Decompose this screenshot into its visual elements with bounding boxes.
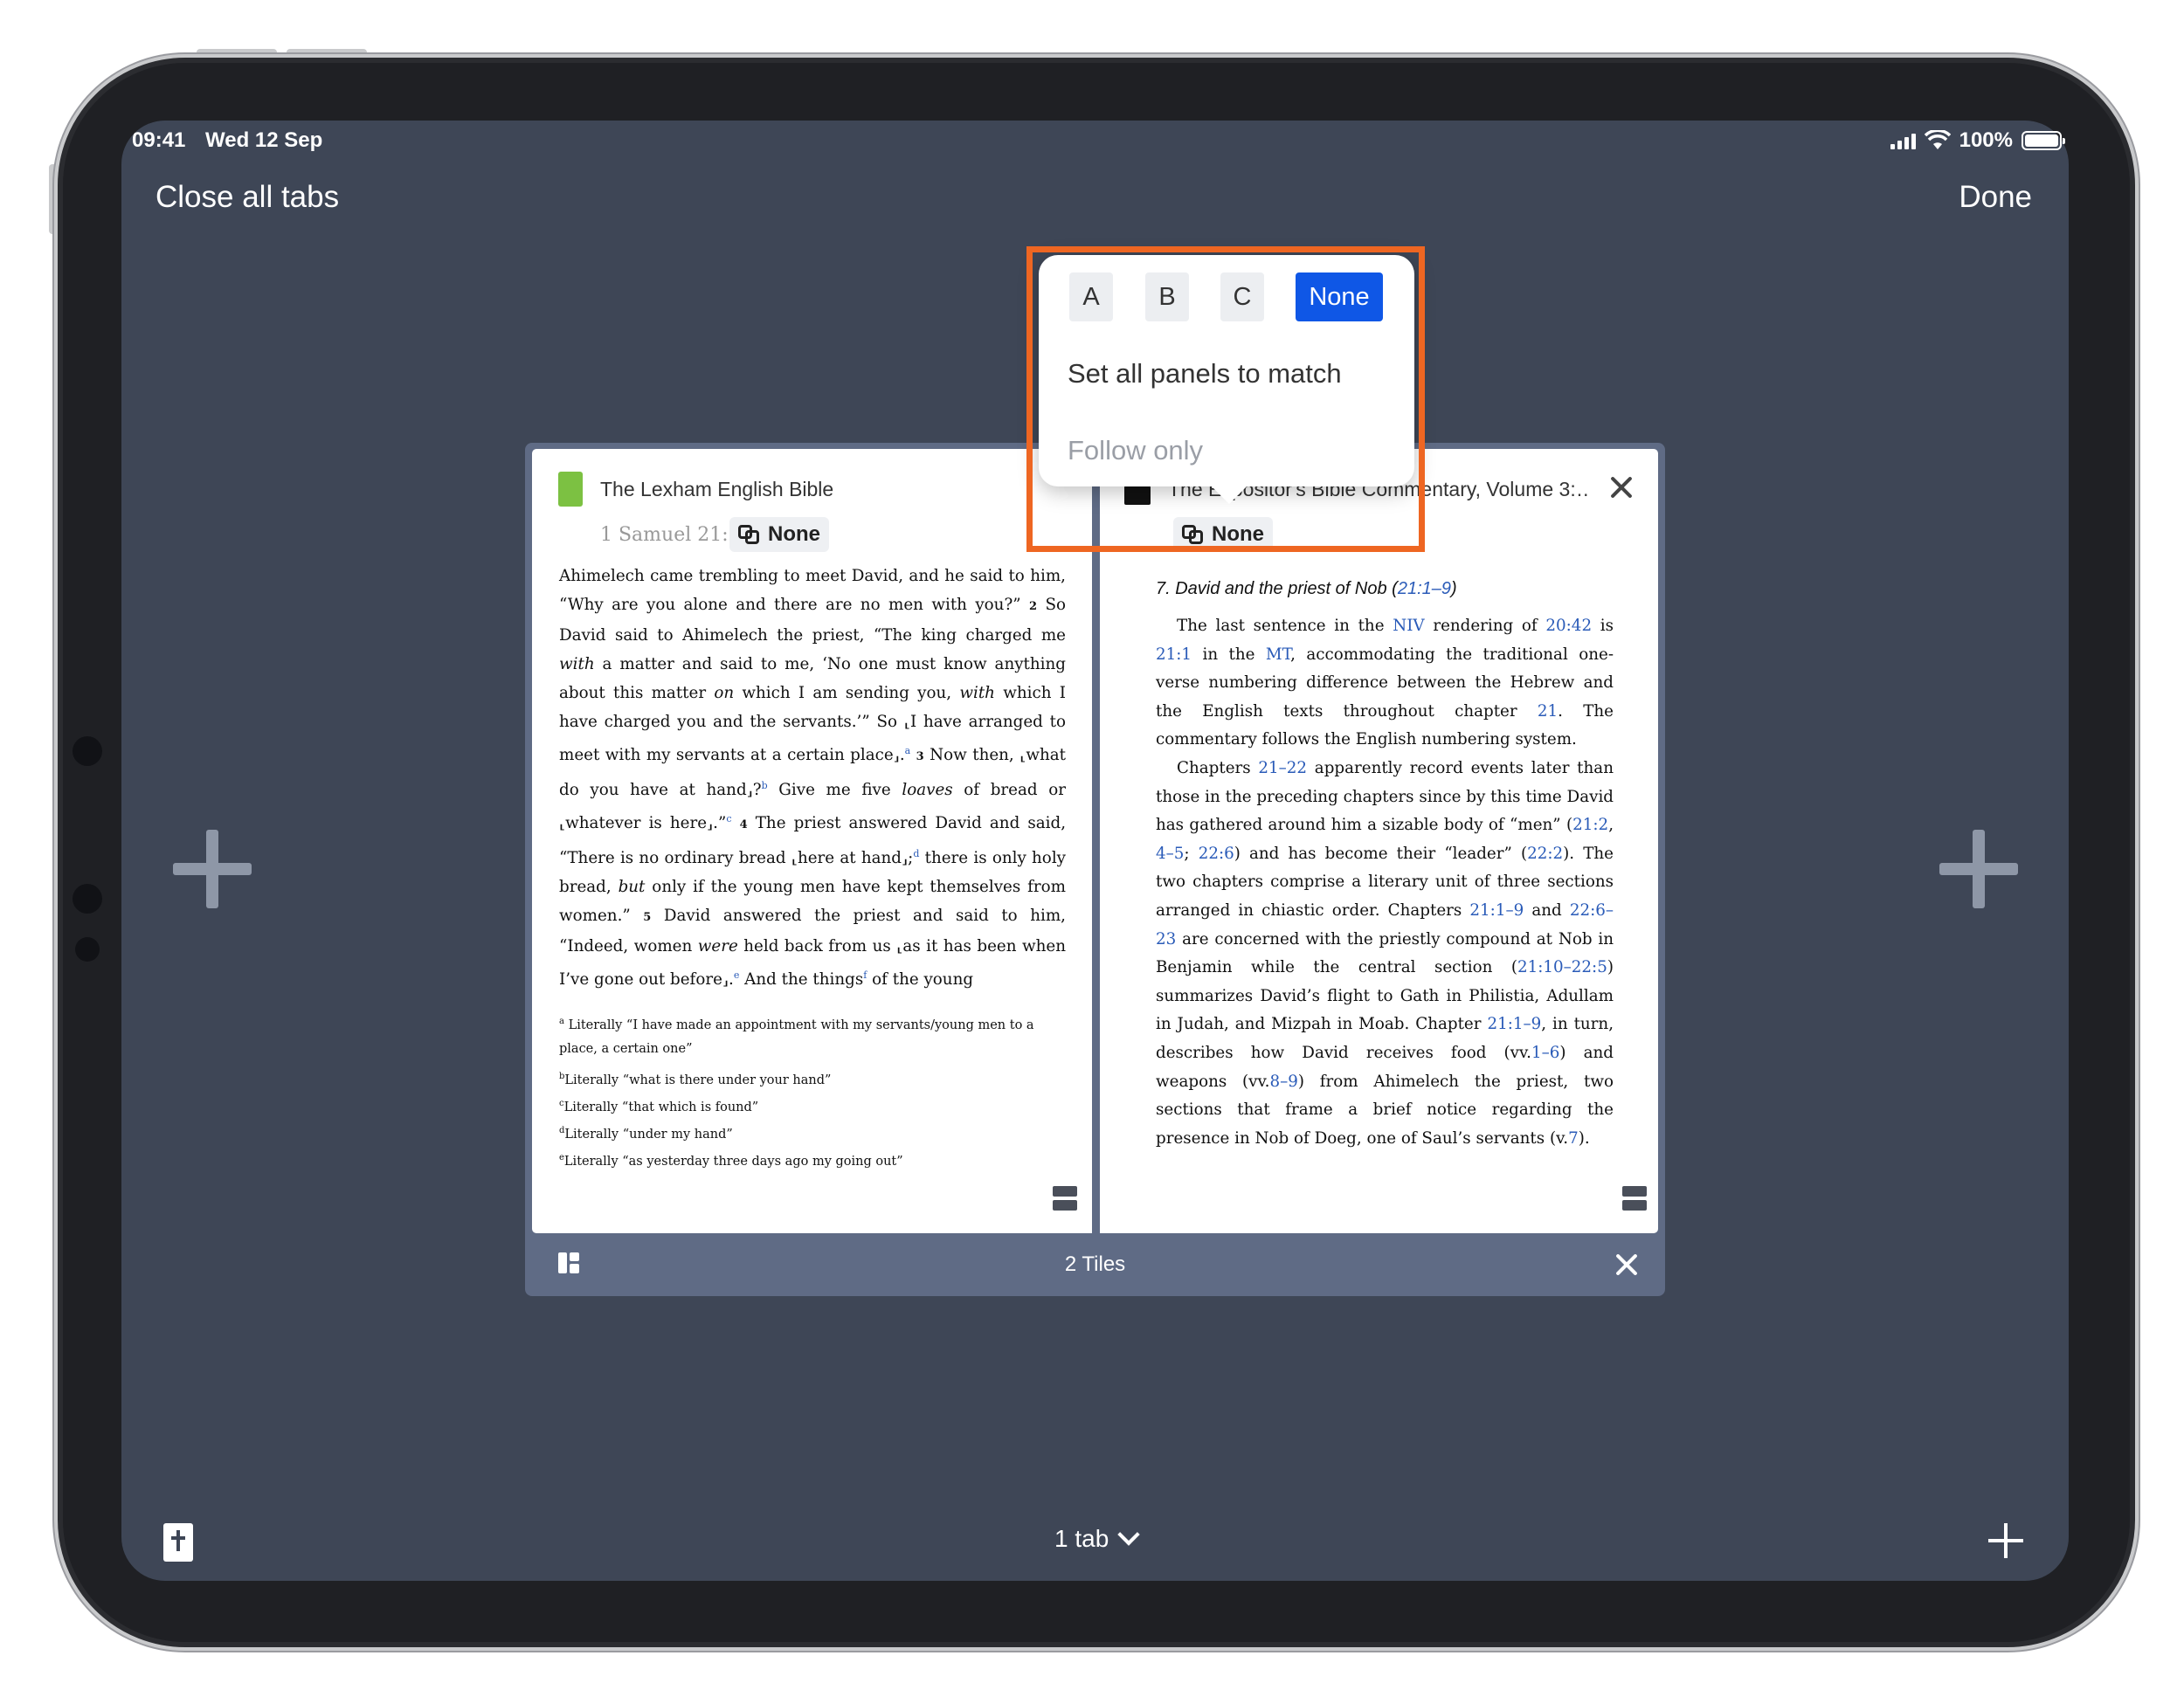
- link-set-icon: [738, 525, 761, 544]
- commentary-text: The last sentence in the NIV rendering o…: [1156, 617, 1614, 1148]
- footnote-text: Literally “as yesterday three days ago m…: [563, 1154, 903, 1169]
- battery-percent: 100%: [1959, 128, 2013, 152]
- section-heading-end: ): [1451, 579, 1457, 598]
- add-tab-left-plus-icon[interactable]: [173, 830, 252, 908]
- add-tab-right-plus-icon[interactable]: [1939, 830, 2018, 908]
- footnote-text: Literally “I have made an appointment wi…: [568, 1018, 1034, 1032]
- footnote-text: Literally “that which is found”: [563, 1100, 759, 1114]
- tab-count-button[interactable]: 1 tab: [1054, 1523, 1141, 1553]
- reference-label[interactable]: 1 Samuel 21:1: [600, 524, 741, 546]
- battery-icon: [2022, 131, 2065, 150]
- status-indicators: 100%: [1890, 128, 2065, 153]
- done-button[interactable]: Done: [1959, 180, 2032, 215]
- bible-icon[interactable]: [163, 1523, 193, 1562]
- link-set-button[interactable]: None: [729, 517, 829, 552]
- footnote: eLiterally “as yesterday three days ago …: [559, 1144, 1075, 1176]
- add-tab-plus-icon[interactable]: [1988, 1523, 2023, 1558]
- lexham-book-icon: [558, 472, 583, 507]
- bible-panel[interactable]: The Lexham English Bible 1 Samuel 21:1 N…: [532, 449, 1092, 1233]
- footnote-text: place, a certain one”: [559, 1042, 693, 1056]
- section-heading: 7. David and the priest of Nob (21:1–9): [1156, 579, 1457, 599]
- camera-dot: [75, 937, 100, 962]
- close-tab-icon[interactable]: [1614, 1252, 1639, 1277]
- footnote-mark: a: [559, 1017, 564, 1026]
- section-heading-ref[interactable]: 21:1–9: [1398, 579, 1451, 598]
- camera-dot: [73, 884, 102, 914]
- close-all-tabs-button[interactable]: Close all tabs: [156, 180, 339, 215]
- chevron-down-icon: [1117, 1523, 1141, 1546]
- footnote-text: Literally “under my hand”: [564, 1127, 733, 1142]
- camera-dot: [73, 736, 102, 766]
- panel-menu-icon[interactable]: [1053, 1186, 1077, 1212]
- cellular-signal-icon: [1890, 132, 1916, 149]
- tiles-count-label: 2 Tiles: [1064, 1252, 1126, 1276]
- link-set-label: None: [768, 522, 820, 546]
- panel-title[interactable]: The Lexham English Bible: [600, 478, 833, 501]
- close-panel-icon[interactable]: [1609, 475, 1634, 500]
- card-footer: 2 Tiles: [525, 1233, 1665, 1296]
- footnote: a Literally “I have made an appointment …: [559, 1008, 1075, 1039]
- callout-highlight: [1026, 246, 1425, 552]
- scripture-text: Ahimelech came trembling to meet David, …: [559, 567, 1067, 990]
- status-time: 09:41: [132, 128, 186, 152]
- tab-count-label: 1 tab: [1054, 1525, 1109, 1552]
- status-date: Wed 12 Sep: [205, 128, 323, 152]
- wifi-icon: [1924, 130, 1951, 149]
- tab-card[interactable]: The Lexham English Bible 1 Samuel 21:1 N…: [525, 443, 1665, 1296]
- panel-menu-icon[interactable]: [1622, 1186, 1647, 1212]
- footnote-text: Literally “what is there under your hand…: [564, 1073, 832, 1087]
- section-heading-text: 7. David and the priest of Nob (: [1156, 579, 1398, 598]
- footnote: place, a certain one”: [559, 1036, 1075, 1063]
- commentary-panel[interactable]: The Expositor's Bible Commentary, Volume…: [1100, 449, 1658, 1233]
